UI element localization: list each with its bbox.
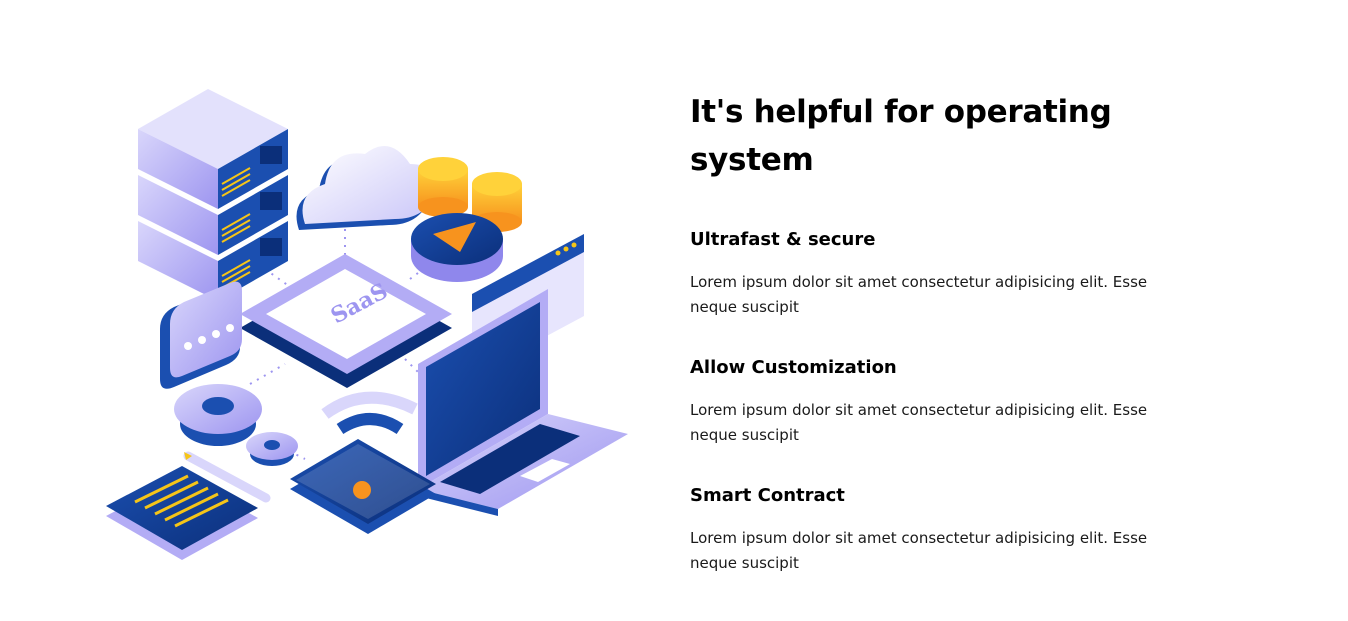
- feature-title: Ultrafast & secure: [690, 229, 876, 250]
- server-rack-icon: [138, 89, 288, 301]
- saas-illustration-graphic: SaaS: [106, 89, 628, 560]
- laptop-icon: [418, 289, 628, 516]
- feature-description: Lorem ipsum dolor sit amet consectetur a…: [690, 529, 1148, 572]
- feature-item: Allow Customization Lorem ipsum dolor si…: [690, 356, 1210, 448]
- feature-description: Lorem ipsum dolor sit amet consectetur a…: [690, 273, 1148, 316]
- feature-title: Allow Customization: [690, 357, 897, 378]
- feature-item: Smart Contract Lorem ipsum dolor sit ame…: [690, 484, 1210, 576]
- phone-wifi-icon: [290, 391, 436, 534]
- saas-illustration: SaaS: [100, 84, 634, 564]
- cloud-icon: [296, 146, 436, 230]
- feature-title: Smart Contract: [690, 485, 845, 506]
- play-disk-icon: [411, 213, 503, 282]
- feature-item: Ultrafast & secure Lorem ipsum dolor sit…: [690, 228, 1210, 320]
- chat-bubble-icon: [160, 281, 242, 389]
- feature-description: Lorem ipsum dolor sit amet consectetur a…: [690, 401, 1148, 444]
- page-title: It's helpful for operating system: [690, 94, 1112, 178]
- features-section: It's helpful for operating system Ultraf…: [690, 88, 1210, 612]
